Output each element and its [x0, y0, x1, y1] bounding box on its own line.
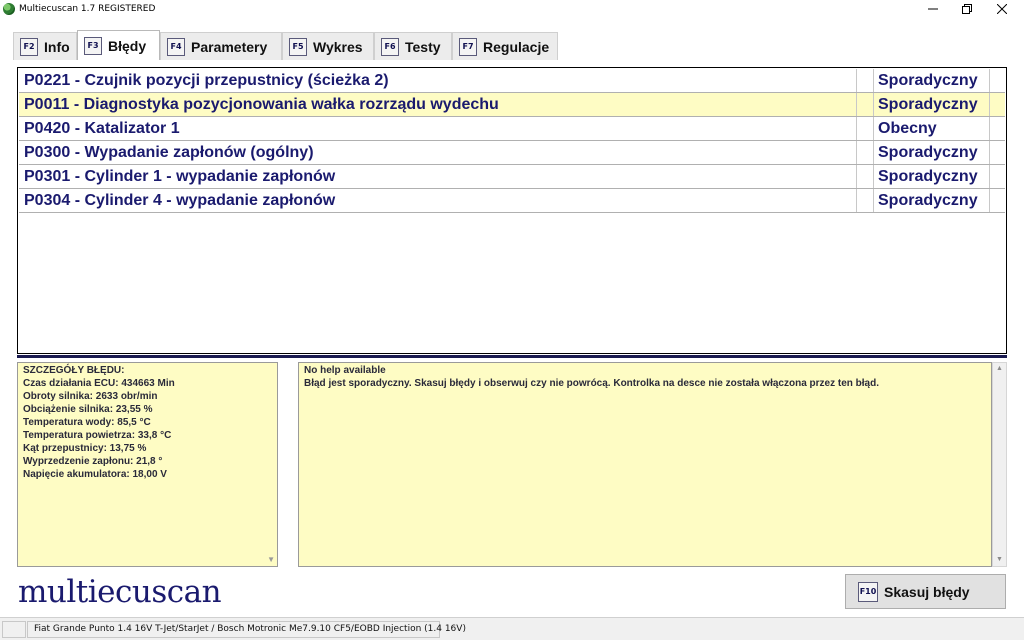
error-status: Sporadyczny	[878, 144, 978, 161]
tab-bledy[interactable]: F3 Błędy	[77, 30, 160, 60]
column-divider	[873, 165, 874, 188]
multiecuscan-logo: multiecuscan	[18, 574, 222, 610]
error-code: P0301 - Cylinder 1 - wypadanie zapłonów	[24, 168, 336, 185]
error-code: P0420 - Katalizator 1	[24, 120, 180, 137]
details-heading: SZCZEGÓŁY BŁĘDU:	[23, 365, 125, 376]
vehicle-info: Fiat Grande Punto 1.4 16V T-Jet/StarJet …	[34, 624, 466, 634]
column-divider	[873, 141, 874, 164]
tab-regulacje[interactable]: F7 Regulacje	[452, 32, 558, 60]
status-bar: Fiat Grande Punto 1.4 16V T-Jet/StarJet …	[0, 617, 1024, 640]
column-divider	[989, 117, 990, 140]
error-details-panel[interactable]: SZCZEGÓŁY BŁĘDU: Czas działania ECU: 434…	[17, 362, 278, 567]
column-divider	[989, 141, 990, 164]
detail-battery-voltage: Napięcie akumulatora: 18,00 V	[23, 469, 167, 480]
detail-air-temp: Temperatura powietrza: 33,8 °C	[23, 430, 172, 441]
detail-ignition-advance: Wyprzedzenie zapłonu: 21,8 °	[23, 456, 163, 467]
f7-key-icon: F7	[459, 37, 477, 56]
column-divider	[873, 69, 874, 92]
scroll-down-icon[interactable]: ▼	[267, 555, 275, 564]
error-row[interactable]: P0420 - Katalizator 1 Obecny	[19, 117, 1005, 141]
detail-engine-rpm: Obroty silnika: 2633 obr/min	[23, 391, 158, 402]
detail-engine-load: Obciążenie silnika: 23,55 %	[23, 404, 153, 415]
restore-button[interactable]	[950, 0, 984, 18]
tab-info[interactable]: F2 Info	[13, 32, 77, 60]
app-logo-icon	[3, 3, 15, 15]
tab-label: Wykres	[313, 38, 363, 55]
error-status: Obecny	[878, 120, 937, 137]
error-row[interactable]: P0221 - Czujnik pozycji przepustnicy (śc…	[19, 69, 1005, 93]
column-divider	[989, 93, 990, 116]
vehicle-info-cell: Fiat Grande Punto 1.4 16V T-Jet/StarJet …	[27, 621, 466, 638]
detail-ecu-time: Czas działania ECU: 434663 Min	[23, 378, 175, 389]
restore-icon	[962, 4, 972, 14]
error-status: Sporadyczny	[878, 192, 978, 209]
tab-bar: F2 Info F3 Błędy F4 Parametery F5 Wykres…	[0, 30, 1024, 60]
column-divider	[856, 93, 857, 116]
column-divider	[873, 117, 874, 140]
column-divider	[856, 69, 857, 92]
error-status: Sporadyczny	[878, 96, 978, 113]
error-code: P0011 - Diagnostyka pozycjonowania wałka…	[24, 96, 499, 113]
scroll-down-icon[interactable]: ▼	[993, 554, 1006, 566]
f3-key-icon: F3	[84, 36, 102, 55]
help-title: No help available	[304, 365, 386, 376]
panel-divider	[17, 355, 1007, 358]
column-divider	[873, 93, 874, 116]
column-divider	[856, 189, 857, 212]
column-divider	[856, 117, 857, 140]
tab-label: Info	[44, 38, 70, 55]
scroll-up-icon[interactable]: ▲	[993, 363, 1006, 375]
help-scrollbar[interactable]: ▲ ▼	[992, 362, 1007, 567]
detail-water-temp: Temperatura wody: 85,5 °C	[23, 417, 151, 428]
tab-label: Parametery	[191, 38, 268, 55]
clear-errors-button[interactable]: F10 Skasuj błędy	[845, 574, 1006, 609]
column-divider	[989, 189, 990, 212]
error-code: P0221 - Czujnik pozycji przepustnicy (śc…	[24, 72, 389, 89]
minimize-icon	[928, 8, 938, 10]
f5-key-icon: F5	[289, 37, 307, 56]
window-title: Multiecuscan 1.7 REGISTERED	[19, 4, 156, 14]
tab-testy[interactable]: F6 Testy	[374, 32, 452, 60]
f10-key-icon: F10	[858, 581, 878, 602]
minimize-button[interactable]	[916, 0, 950, 18]
error-row[interactable]: P0301 - Cylinder 1 - wypadanie zapłonów …	[19, 165, 1005, 189]
column-divider	[989, 165, 990, 188]
column-divider	[873, 189, 874, 212]
tab-label: Testy	[405, 38, 441, 55]
close-icon	[997, 4, 1007, 14]
app-window: Multiecuscan 1.7 REGISTERED F2 Info F3 B…	[0, 0, 1024, 640]
f6-key-icon: F6	[381, 37, 399, 56]
error-row[interactable]: P0304 - Cylinder 4 - wypadanie zapłonów …	[19, 189, 1005, 213]
f4-key-icon: F4	[167, 37, 185, 56]
error-code: P0304 - Cylinder 4 - wypadanie zapłonów	[24, 192, 336, 209]
tab-label: Błędy	[108, 37, 147, 54]
f2-key-icon: F2	[20, 37, 38, 56]
help-panel[interactable]: No help available Błąd jest sporadyczny.…	[298, 362, 992, 567]
column-divider	[856, 165, 857, 188]
tab-wykres[interactable]: F5 Wykres	[282, 32, 374, 60]
close-button[interactable]	[985, 0, 1019, 18]
error-list: P0221 - Czujnik pozycji przepustnicy (śc…	[17, 67, 1007, 354]
error-row[interactable]: P0300 - Wypadanie zapłonów (ogólny) Spor…	[19, 141, 1005, 165]
error-code: P0300 - Wypadanie zapłonów (ogólny)	[24, 144, 314, 161]
title-bar: Multiecuscan 1.7 REGISTERED	[0, 0, 1024, 18]
error-row-selected[interactable]: P0011 - Diagnostyka pozycjonowania wałka…	[19, 93, 1005, 117]
column-divider	[989, 69, 990, 92]
tab-parametery[interactable]: F4 Parametery	[160, 32, 282, 60]
error-status: Sporadyczny	[878, 72, 978, 89]
status-indicator	[2, 621, 26, 638]
tab-label: Regulacje	[483, 38, 550, 55]
clear-errors-label: Skasuj błędy	[884, 583, 970, 600]
column-divider	[856, 141, 857, 164]
detail-throttle-angle: Kąt przepustnicy: 13,75 %	[23, 443, 147, 454]
help-text: Błąd jest sporadyczny. Skasuj błędy i ob…	[304, 378, 879, 389]
error-status: Sporadyczny	[878, 168, 978, 185]
